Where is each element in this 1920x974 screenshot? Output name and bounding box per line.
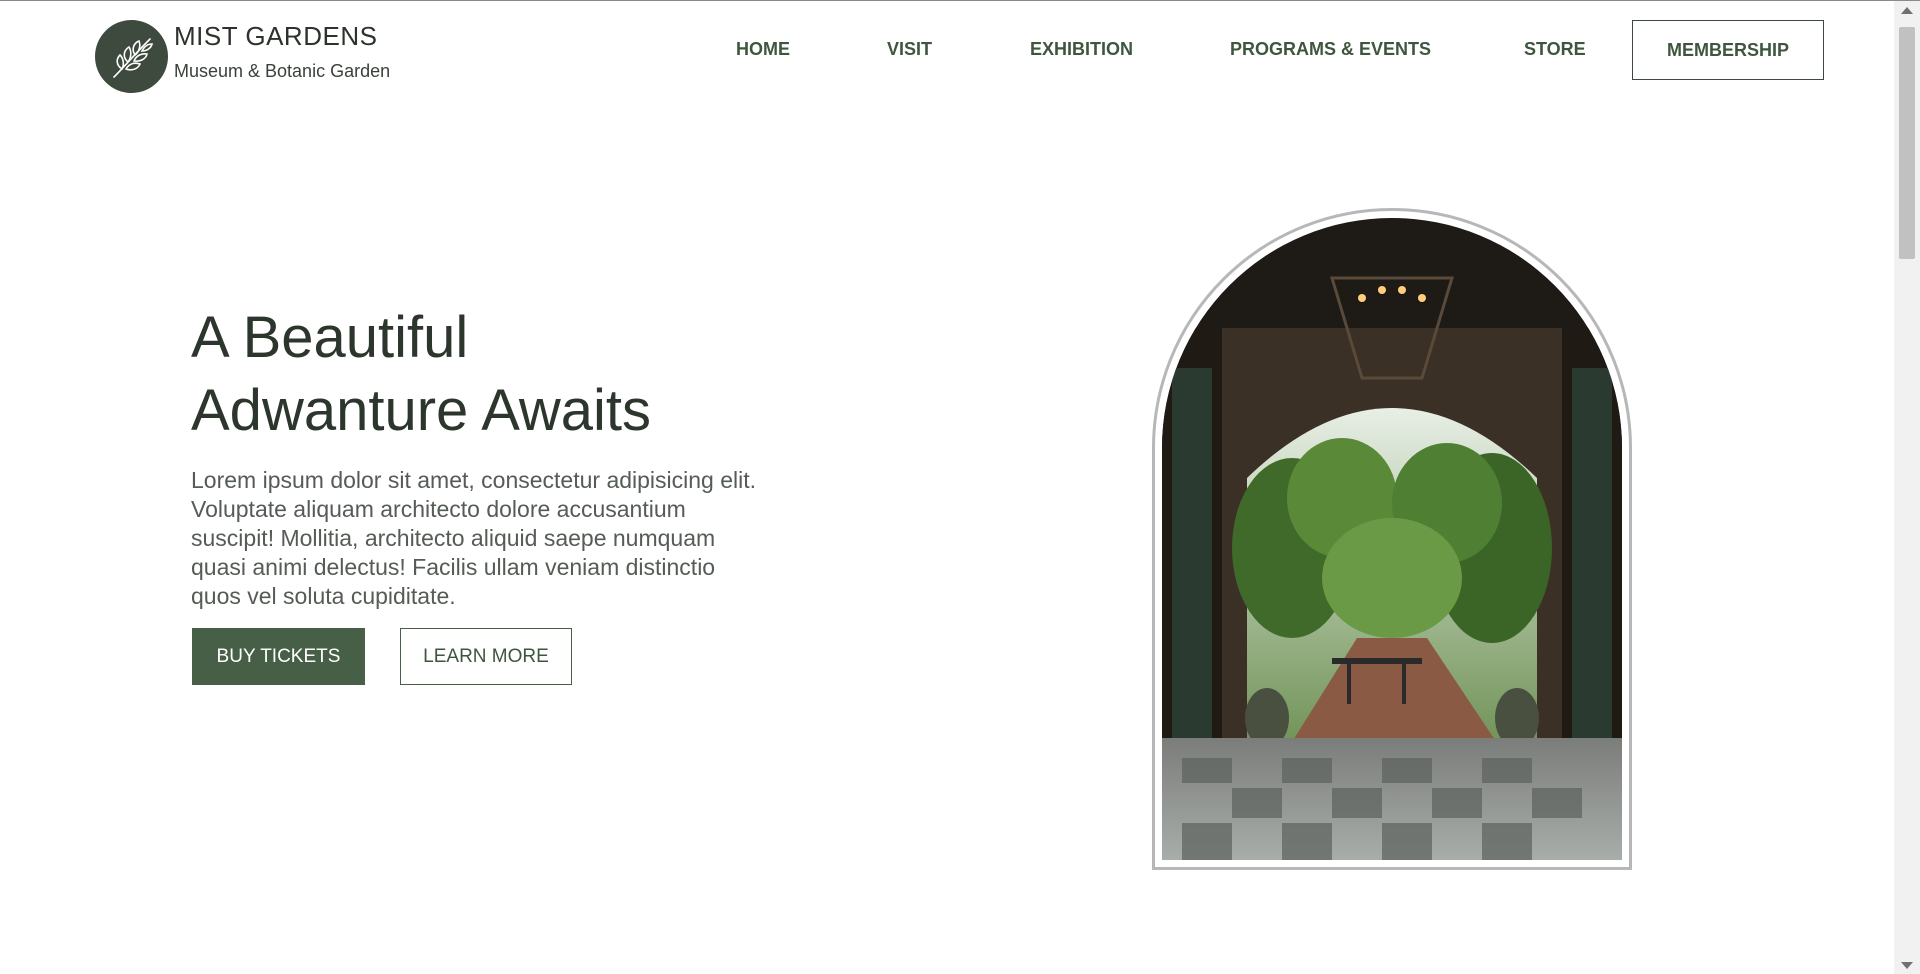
- logo[interactable]: [95, 20, 168, 93]
- scrollbar-thumb[interactable]: [1899, 27, 1915, 259]
- scroll-up-arrow-icon[interactable]: [1901, 7, 1913, 14]
- scroll-down-arrow-icon[interactable]: [1901, 962, 1913, 969]
- main-content: MIST GARDENS Museum & Botanic Garden HOM…: [0, 1, 1894, 974]
- learn-more-button[interactable]: LEARN MORE: [400, 628, 572, 685]
- brand-name: MIST GARDENS: [174, 21, 378, 51]
- membership-button[interactable]: MEMBERSHIP: [1632, 20, 1824, 80]
- hero-image: [1162, 218, 1622, 860]
- page: MIST GARDENS Museum & Botanic Garden HOM…: [0, 0, 1920, 974]
- hero-title-line-1: A Beautiful: [191, 305, 469, 370]
- vertical-scrollbar[interactable]: [1894, 1, 1920, 974]
- leaf-branch-icon: [112, 37, 153, 78]
- brand-subtitle: Museum & Botanic Garden: [174, 61, 391, 81]
- hero-image-frame: [1152, 208, 1632, 870]
- nav-exhibition[interactable]: EXHIBITION: [1030, 39, 1133, 60]
- nav-home[interactable]: HOME: [736, 39, 790, 60]
- site-header: MIST GARDENS Museum & Botanic Garden HOM…: [0, 1, 1894, 101]
- nav-store[interactable]: STORE: [1524, 39, 1586, 60]
- nav-programs-events[interactable]: PROGRAMS & EVENTS: [1230, 39, 1431, 60]
- buy-tickets-button[interactable]: BUY TICKETS: [192, 628, 365, 685]
- hero-description: Lorem ipsum dolor sit amet, consectetur …: [191, 467, 757, 609]
- nav-visit[interactable]: VISIT: [887, 39, 932, 60]
- hero-title: A Beautiful Adwanture Awaits: [191, 301, 651, 447]
- hero-title-line-2: Adwanture Awaits: [191, 378, 651, 443]
